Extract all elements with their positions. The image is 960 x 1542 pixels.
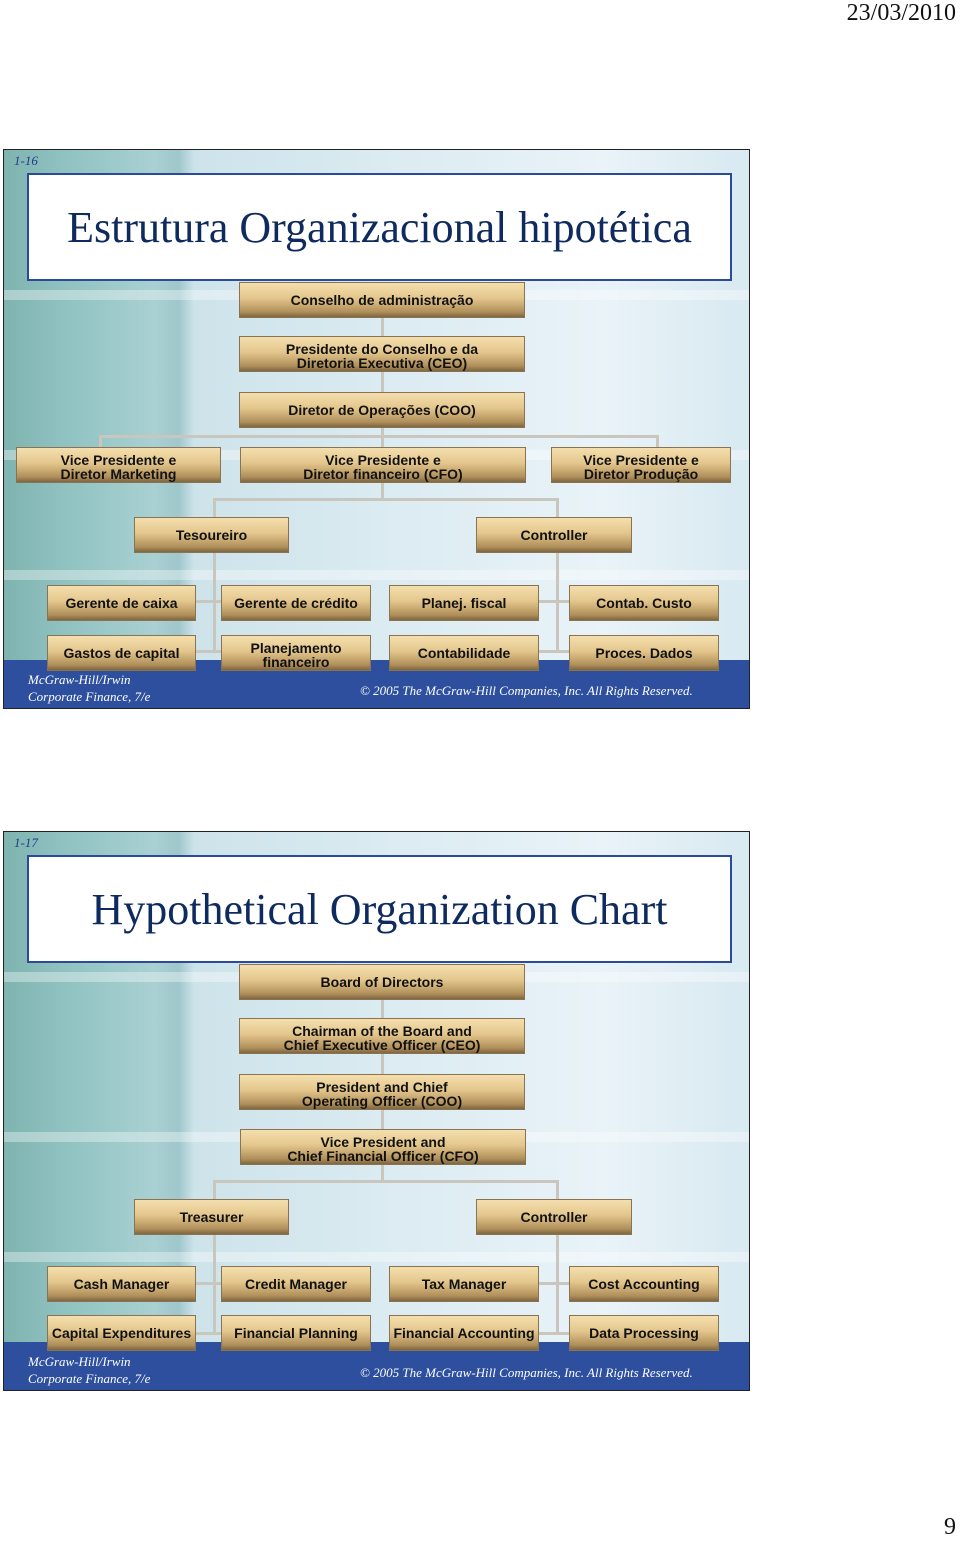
org-box-cash-manager: Gerente de caixa (47, 585, 196, 621)
org-box-capital-expenditures: Capital Expenditures (47, 1315, 196, 1351)
org-box-credit-manager: Gerente de crédito (221, 585, 371, 621)
connector-line (213, 1235, 216, 1335)
connector-line (556, 553, 559, 653)
org-box-financial-planning: Financial Planning (221, 1315, 371, 1351)
connector-line (381, 480, 384, 500)
connector-line (556, 498, 559, 518)
org-box-board: Board of Directors (239, 964, 525, 1000)
connector-line (213, 553, 216, 653)
connector-line (656, 435, 659, 447)
connector-line (381, 1162, 384, 1182)
footer-book: Corporate Finance, 7/e (28, 689, 151, 704)
org-box-data-processing: Data Processing (569, 1315, 719, 1351)
org-box-cost-accounting: Contab. Custo (569, 585, 719, 621)
slide-number: 1-16 (14, 153, 38, 168)
connector-line (196, 1282, 221, 1285)
connector-line (99, 435, 102, 447)
connector-line (539, 650, 569, 653)
org-box-tax-manager: Planej. fiscal (389, 585, 539, 621)
slide-number: 1-17 (14, 835, 38, 850)
org-box-credit-manager: Credit Manager (221, 1266, 371, 1302)
footer-publisher: McGraw-Hill/Irwin (28, 1354, 131, 1369)
connector-line (213, 498, 558, 501)
org-box-cash-manager: Cash Manager (47, 1266, 196, 1302)
page-number: 9 (944, 1514, 956, 1540)
org-box-ceo: Chairman of the Board and Chief Executiv… (239, 1018, 525, 1054)
slide-1-17: 1-17 Hypothetical Organization Chart McG… (3, 831, 750, 1391)
connector-line (196, 1332, 221, 1335)
org-box-controller: Controller (476, 1199, 632, 1235)
slide-1-16: 1-16 Estrutura Organizacional hipotética… (3, 149, 750, 709)
org-box-financial-accounting: Financial Accounting (389, 1315, 539, 1351)
org-box-ceo: Presidente do Conselho e da Diretoria Ex… (239, 336, 525, 372)
connector-line (196, 600, 221, 603)
org-box-cfo: Vice President and Chief Financial Offic… (240, 1129, 526, 1165)
connector-line (196, 650, 221, 653)
org-box-vp-production: Vice Presidente e Diretor Produção (551, 447, 731, 483)
footer-book: Corporate Finance, 7/e (28, 1371, 151, 1386)
org-box-vp-marketing: Vice Presidente e Diretor Marketing (16, 447, 221, 483)
org-box-data-processing: Proces. Dados (569, 635, 719, 671)
org-box-coo: Diretor de Operações (COO) (239, 392, 525, 428)
org-box-controller: Controller (476, 517, 632, 553)
connector-line (213, 498, 216, 518)
org-box-treasurer: Treasurer (134, 1199, 289, 1235)
connector-line (539, 1282, 569, 1285)
slide-title: Estrutura Organizacional hipotética (67, 202, 692, 252)
org-box-financial-accounting: Contabilidade (389, 635, 539, 671)
org-box-capital-expenditures: Gastos de capital (47, 635, 196, 671)
connector-line (99, 435, 659, 438)
org-box-cost-accounting: Cost Accounting (569, 1266, 719, 1302)
connector-line (213, 1180, 216, 1200)
slide-title: Hypothetical Organization Chart (91, 884, 668, 934)
slide-title-box: Estrutura Organizacional hipotética (27, 173, 732, 281)
org-box-cfo: Vice Presidente e Diretor financeiro (CF… (240, 447, 526, 483)
org-box-financial-planning: Planejamento financeiro (221, 635, 371, 671)
org-box-tax-manager: Tax Manager (389, 1266, 539, 1302)
footer-publisher: McGraw-Hill/Irwin (28, 672, 131, 687)
connector-line (556, 1180, 559, 1200)
connector-line (213, 1180, 558, 1183)
connector-line (539, 600, 569, 603)
org-box-board: Conselho de administração (239, 282, 525, 318)
slide-title-box: Hypothetical Organization Chart (27, 855, 732, 963)
footer-copyright: © 2005 The McGraw-Hill Companies, Inc. A… (360, 1365, 693, 1380)
connector-line (539, 1332, 569, 1335)
footer-copyright: © 2005 The McGraw-Hill Companies, Inc. A… (360, 683, 693, 698)
org-box-treasurer: Tesoureiro (134, 517, 289, 553)
connector-line (556, 1235, 559, 1335)
header-date: 23/03/2010 (846, 0, 956, 26)
org-box-coo: President and Chief Operating Officer (C… (239, 1074, 525, 1110)
